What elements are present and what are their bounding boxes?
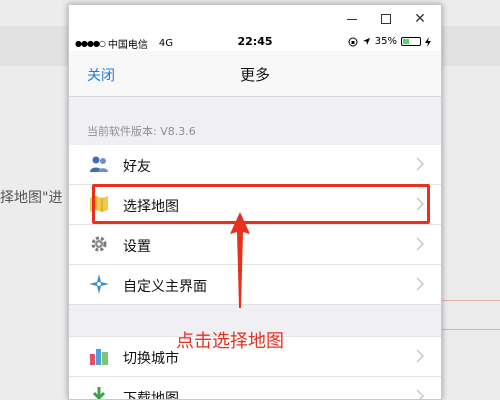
download-icon xyxy=(92,387,106,399)
battery-fill xyxy=(403,39,409,44)
page-title: 更多 xyxy=(239,66,270,84)
chevron-right-icon xyxy=(416,349,425,363)
background-text: 择地图"进 xyxy=(0,190,63,206)
friends-icon xyxy=(90,156,108,172)
chevron-right-icon xyxy=(416,157,425,171)
lock-rotation-icon xyxy=(348,37,358,46)
custom-home-icon xyxy=(89,274,109,294)
location-arrow-icon xyxy=(362,37,370,46)
nav-bar: 关闭 更多 xyxy=(69,51,441,97)
background-lines xyxy=(440,300,500,330)
annotation-text: 点击选择地图 xyxy=(176,331,284,352)
menu-item-friends[interactable]: 好友 xyxy=(69,145,441,185)
chevron-right-icon xyxy=(416,237,425,251)
minimize-icon xyxy=(347,18,357,20)
maximize-icon xyxy=(381,14,391,24)
menu-item-label: 自定义主界面 xyxy=(123,279,207,295)
close-window-button[interactable]: ✕ xyxy=(409,8,431,30)
battery-percent: 35% xyxy=(374,36,397,47)
menu-item-custom-home[interactable]: 自定义主界面 xyxy=(69,265,441,305)
version-label: 当前软件版本: V8.3.6 xyxy=(69,97,441,145)
status-bar: ●●●●○ 中国电信 4G 22:45 35% xyxy=(69,33,441,51)
menu-item-download-map[interactable]: 下载地图 xyxy=(69,377,441,400)
maximize-button[interactable] xyxy=(375,8,397,30)
chevron-right-icon xyxy=(416,389,425,399)
chevron-right-icon xyxy=(416,277,425,291)
menu-item-label: 切换城市 xyxy=(123,351,179,367)
menu-item-label: 下载地图 xyxy=(123,391,179,400)
menu-item-label: 好友 xyxy=(123,159,151,175)
city-icon xyxy=(90,349,108,365)
charging-bolt-icon xyxy=(425,36,431,47)
menu-item-label: 设置 xyxy=(123,239,151,255)
status-right: 35% xyxy=(348,36,431,47)
menu-list: 好友 选择地图 设置 自定义主界面 xyxy=(69,145,441,305)
annotation-arrow-icon xyxy=(230,212,250,308)
battery-icon xyxy=(401,37,421,46)
window-titlebar: ✕ xyxy=(69,5,441,33)
highlight-box xyxy=(92,184,430,224)
gear-icon xyxy=(91,236,107,252)
close-icon: ✕ xyxy=(414,11,426,27)
minimize-button[interactable] xyxy=(341,8,363,30)
menu-item-settings[interactable]: 设置 xyxy=(69,225,441,265)
